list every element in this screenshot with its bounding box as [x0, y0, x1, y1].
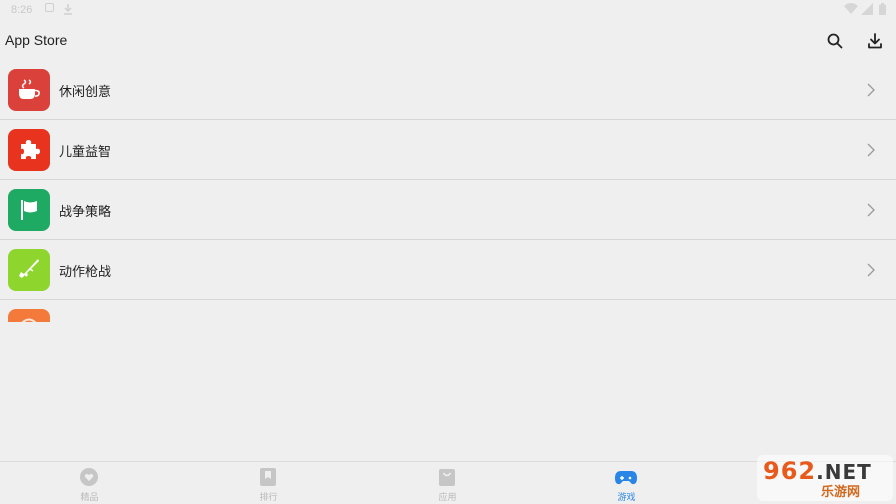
status-time: 8:26: [11, 4, 33, 16]
tab-label: 游戏: [617, 493, 636, 503]
tab-label: 排行: [259, 493, 278, 503]
tab-featured[interactable]: 精品: [0, 462, 179, 504]
tab-ranking[interactable]: 排行: [179, 462, 358, 504]
category-label: 动作枪战: [59, 265, 112, 280]
flag-icon: [8, 189, 50, 231]
download-icon: [64, 4, 72, 15]
category-list: 休闲创意 儿童益智 战争策略 动作枪战: [0, 60, 896, 322]
category-row-partial[interactable]: [0, 300, 896, 322]
category-label: 休闲创意: [59, 85, 112, 100]
notification-icon: [45, 3, 54, 12]
shopping-bag-icon: [439, 469, 455, 486]
rifle-icon: [8, 249, 50, 291]
coffee-cup-icon: [8, 69, 50, 111]
search-icon: [827, 33, 843, 49]
page-title: App Store: [5, 32, 68, 48]
category-row-action[interactable]: 动作枪战: [0, 240, 896, 300]
chevron-right-icon: [867, 203, 875, 217]
signal-icon: [861, 3, 873, 15]
watermark-site: 乐游网: [821, 485, 861, 500]
partial-icon: [8, 309, 50, 322]
category-label: 战争策略: [59, 205, 112, 220]
category-row-casual[interactable]: 休闲创意: [0, 60, 896, 120]
app-bar: App Store: [0, 22, 896, 60]
site-watermark: 962.NET 乐游网: [757, 455, 893, 501]
download-icon: [868, 33, 882, 49]
download-button[interactable]: [864, 30, 886, 52]
tab-games[interactable]: 游戏: [537, 462, 716, 504]
puzzle-icon: [8, 129, 50, 171]
category-row-strategy[interactable]: 战争策略: [0, 180, 896, 240]
bookmark-icon: [260, 468, 276, 486]
search-button[interactable]: [824, 30, 846, 52]
tab-label: 应用: [438, 493, 457, 503]
watermark-number: 962: [763, 457, 817, 485]
chevron-right-icon: [867, 263, 875, 277]
tab-label: 精品: [80, 493, 99, 503]
heart-icon: [80, 468, 98, 486]
chevron-right-icon: [867, 143, 875, 157]
category-row-kids[interactable]: 儿童益智: [0, 120, 896, 180]
gamepad-icon: [615, 471, 637, 485]
wifi-icon: [844, 3, 858, 14]
category-label: 儿童益智: [59, 145, 112, 160]
chevron-right-icon: [867, 83, 875, 97]
battery-icon: [879, 3, 886, 15]
status-bar: 8:26: [0, 0, 896, 20]
tab-apps[interactable]: 应用: [358, 462, 537, 504]
